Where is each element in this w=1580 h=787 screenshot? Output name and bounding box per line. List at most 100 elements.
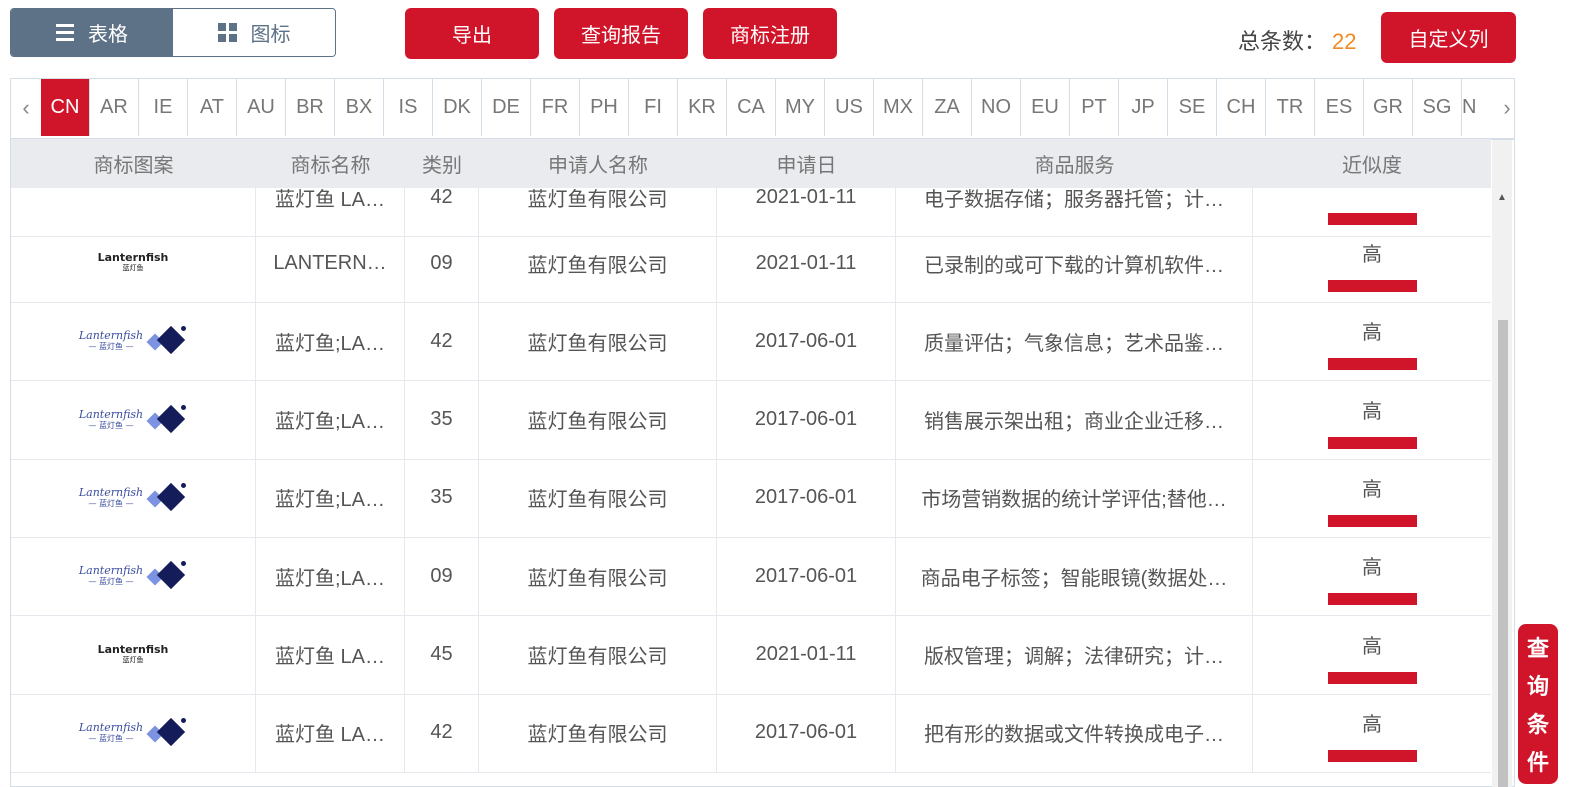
trademark-register-button[interactable]: 商标注册: [703, 8, 837, 59]
cell-name: 蓝灯鱼;LA…: [256, 537, 405, 616]
logo-cn-text: — 蓝灯鱼 —: [88, 577, 134, 587]
custom-columns-button[interactable]: 自定义列: [1381, 12, 1516, 63]
trademark-logo[interactable]: Lanternfish — 蓝灯鱼 —: [79, 482, 187, 513]
table-row[interactable]: Lanternfish — 蓝灯鱼 — 蓝灯鱼;LA… 42 蓝灯鱼有限公司 2017-0…: [11, 302, 1491, 382]
tab-at[interactable]: AT: [188, 79, 237, 136]
cell-similarity: 高: [1253, 537, 1491, 615]
header-similarity: 近似度: [1342, 155, 1402, 177]
logo-wordmark: Lanternfish: [78, 720, 144, 734]
similarity-bar: [1328, 671, 1417, 684]
tab-bx[interactable]: BX: [335, 79, 384, 136]
tab-n[interactable]: N: [1462, 79, 1492, 136]
trademark-logo[interactable]: Lanternfish — 蓝灯鱼 —: [79, 561, 187, 591]
tab-jp[interactable]: JP: [1119, 79, 1168, 136]
trademark-logo[interactable]: Lanternfish 蓝灯鱼: [97, 642, 169, 665]
results-table: ‹ CN AR IE AT AU BR BX IS DK DE FR PH FI KR CA MY US MX ZA…: [10, 78, 1515, 787]
query-conditions-button[interactable]: 查询条件: [1518, 624, 1558, 784]
similarity-label: 高: [1362, 635, 1382, 658]
tab-kr[interactable]: KR: [678, 79, 727, 136]
cell-pattern: Lanternfish — 蓝灯鱼 —: [11, 537, 256, 616]
tab-ca[interactable]: CA: [727, 79, 776, 136]
icon-view-label: 图标: [250, 24, 291, 46]
trademark-logo[interactable]: Lanternfish — 蓝灯鱼 —: [79, 404, 187, 435]
tab-mx[interactable]: MX: [874, 79, 923, 136]
tab-tr[interactable]: TR: [1266, 79, 1315, 136]
scrollbar-thumb[interactable]: [1498, 320, 1508, 787]
query-report-button[interactable]: 查询报告: [554, 8, 688, 59]
cell-date: 2017-06-01: [717, 302, 896, 381]
table-row[interactable]: Lanternfish 蓝灯鱼 蓝灯鱼 LA… 45 蓝灯鱼有限公司 2021-01-11…: [11, 615, 1491, 695]
header-goods: 商品服务: [1034, 155, 1115, 177]
table-row[interactable]: Lanternfish — 蓝灯鱼 — 蓝灯鱼;LA… 35 蓝灯鱼有限公司 2017-0…: [11, 458, 1491, 538]
header-pattern: 商标图案: [93, 155, 174, 177]
tab-us[interactable]: US: [825, 79, 874, 136]
export-button[interactable]: 导出: [405, 8, 539, 59]
tab-fi[interactable]: FI: [629, 79, 678, 136]
tab-my[interactable]: MY: [776, 79, 825, 136]
cell-name: 蓝灯鱼 LA…: [256, 693, 405, 772]
similarity-bar: [1328, 749, 1417, 762]
cell-pattern: Lanternfish 蓝灯鱼: [11, 224, 256, 302]
tab-br[interactable]: BR: [286, 79, 335, 136]
trademark-logo[interactable]: Lanternfish — 蓝灯鱼 —: [79, 326, 187, 356]
table-row[interactable]: Lanternfish 蓝灯鱼 LANTERN… 09 蓝灯鱼有限公司 2021-01-1…: [11, 224, 1491, 303]
tab-cn[interactable]: CN: [41, 79, 90, 136]
cell-applicant: 蓝灯鱼有限公司: [479, 380, 717, 459]
cell-date: 2021-01-11: [717, 615, 896, 694]
table-row[interactable]: Lanternfish — 蓝灯鱼 — 蓝灯鱼;LA… 09 蓝灯鱼有限公司 2017-0…: [11, 537, 1491, 617]
tab-es[interactable]: ES: [1315, 79, 1364, 136]
tab-no[interactable]: NO: [972, 79, 1021, 136]
logo-wordmark: Lanternfish: [78, 329, 144, 343]
table-row[interactable]: Lanternfish — 蓝灯鱼 — 蓝灯鱼;LA… 35 蓝灯鱼有限公司 2017-0…: [11, 380, 1491, 460]
similarity-bar: [1328, 358, 1417, 371]
logo-cn-text: 蓝灯鱼: [122, 655, 144, 664]
scroll-up-arrow-icon[interactable]: ▲: [1497, 192, 1507, 203]
tab-de[interactable]: DE: [482, 79, 531, 136]
vertical-scrollbar[interactable]: ▲: [1492, 140, 1512, 787]
tab-sg[interactable]: SG: [1413, 79, 1462, 136]
logo-wordmark: Lanternfish: [97, 642, 169, 656]
icon-view-button[interactable]: 图标: [173, 9, 335, 56]
tab-ch[interactable]: CH: [1217, 79, 1266, 136]
tab-dk[interactable]: DK: [433, 79, 482, 136]
trademark-logo[interactable]: Lanternfish 蓝灯鱼: [98, 252, 169, 273]
table-row[interactable]: Lanternfish — 蓝灯鱼 — 蓝灯鱼 LA… 42 蓝灯鱼有限公司 2017-0…: [11, 693, 1491, 773]
cell-name: 蓝灯鱼;LA…: [256, 458, 405, 537]
tabs-next-arrow-icon[interactable]: ›: [1492, 79, 1514, 136]
tab-ar[interactable]: AR: [90, 79, 139, 136]
tab-gr[interactable]: GR: [1364, 79, 1413, 136]
similarity-label: 高: [1362, 244, 1382, 266]
header-date: 申请日: [776, 155, 837, 177]
cell-goods: 已录制的或可下载的计算机软件…: [896, 224, 1253, 302]
table-view-button[interactable]: 表格: [11, 9, 173, 56]
tab-fr[interactable]: FR: [531, 79, 580, 136]
tab-is[interactable]: IS: [384, 79, 433, 136]
cell-goods: 市场营销数据的统计学评估;替他…: [896, 458, 1253, 537]
tab-za[interactable]: ZA: [923, 79, 972, 136]
tabs-prev-arrow-icon[interactable]: ‹: [11, 79, 41, 136]
cell-date: 2017-06-01: [717, 693, 896, 772]
table-view-label: 表格: [88, 24, 128, 46]
cell-goods: 版权管理；调解；法律研究；计…: [896, 615, 1253, 694]
cell-pattern: Lanternfish — 蓝灯鱼 —: [11, 302, 256, 381]
tab-se[interactable]: SE: [1168, 79, 1217, 136]
tab-au[interactable]: AU: [237, 79, 286, 136]
similarity-bar: [1328, 280, 1417, 292]
similarity-bar: [1328, 436, 1417, 449]
table-header: 商标图案 商标名称 类别 申请人名称 申请日 商品服务 近似度: [11, 139, 1491, 188]
tab-ie[interactable]: IE: [139, 79, 188, 136]
cell-similarity: 高: [1253, 381, 1491, 459]
tab-ph[interactable]: PH: [580, 79, 629, 136]
tab-eu[interactable]: EU: [1021, 79, 1070, 136]
trademark-logo[interactable]: Lanternfish — 蓝灯鱼 —: [78, 717, 187, 748]
cell-goods: 质量评估；气象信息；艺术品鉴…: [896, 302, 1253, 381]
diamond-logo-icon: [146, 404, 187, 435]
country-tabs: ‹ CN AR IE AT AU BR BX IS DK DE FR PH FI KR CA MY US MX ZA…: [11, 79, 1514, 140]
similarity-label: 高: [1362, 713, 1382, 736]
cell-similarity: 高: [1253, 616, 1491, 694]
diamond-logo-icon: [146, 561, 187, 591]
cell-goods: 销售展示架出租；商业企业迁移…: [896, 380, 1253, 459]
similarity-label: 高: [1362, 322, 1382, 345]
query-conditions-char: 询: [1526, 674, 1549, 699]
tab-pt[interactable]: PT: [1070, 79, 1119, 136]
